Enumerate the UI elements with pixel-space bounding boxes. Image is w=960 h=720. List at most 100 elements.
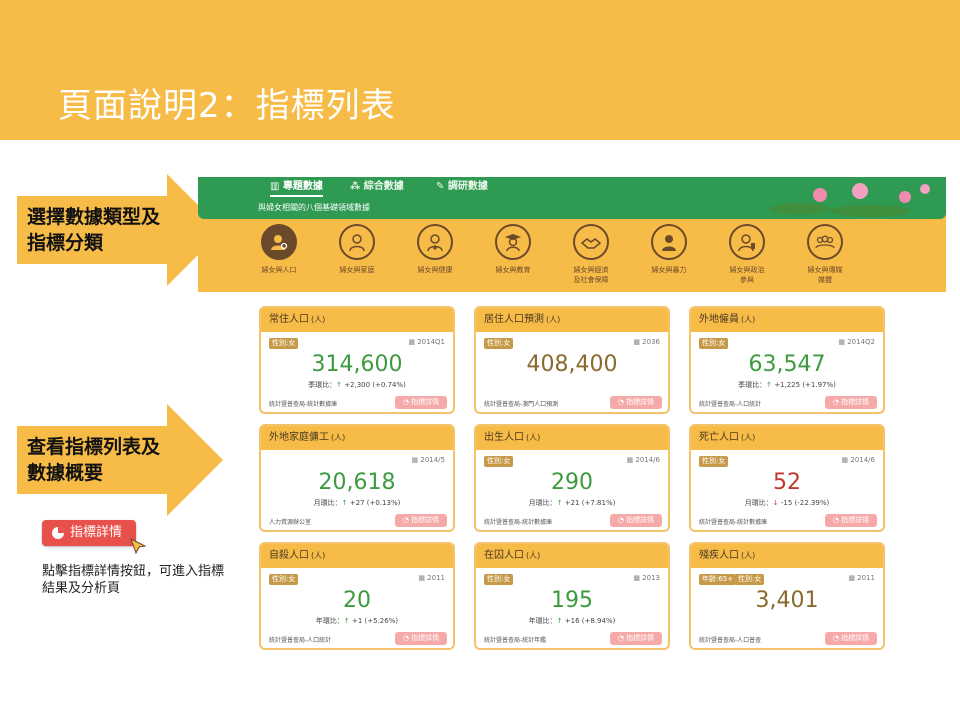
change-value: +1,225 (+1.97%) xyxy=(774,381,836,389)
change-label: 月環比： xyxy=(313,499,342,507)
arrow-up-icon: ↑ xyxy=(766,381,775,389)
indicator-detail-button[interactable]: ◔ 指標詳情 xyxy=(395,514,447,527)
card-title-text: 自殺人口 xyxy=(269,550,309,561)
indicator-detail-button[interactable]: ◔ 指標詳情 xyxy=(825,514,877,527)
card-source: 統計暨普查局-人口普查 xyxy=(699,637,762,644)
card-change: 季環比：↑ +1,225 (+1.97%) xyxy=(691,380,883,390)
sample-detail-button[interactable]: 指標詳情 xyxy=(42,520,136,546)
card-title-text: 殘疾人口 xyxy=(699,550,739,561)
card-title-text: 外地家庭傭工 xyxy=(269,432,329,443)
card-date: 2014/6 xyxy=(627,456,660,464)
card-value: 290 xyxy=(551,470,593,495)
card-unit: (人) xyxy=(741,551,756,560)
card-title-text: 在囚人口 xyxy=(484,550,524,561)
card-title-text: 出生人口 xyxy=(484,432,524,443)
card-unit: (人) xyxy=(546,315,561,324)
card-value: 314,600 xyxy=(311,352,403,377)
category-family[interactable]: 婦女與家庭 xyxy=(318,224,396,275)
indicator-card: 殘疾人口(人) 年齡:65+性別:女 2011 3,401 統計暨普查局-人口普查 ◔ 指… xyxy=(689,542,885,650)
tab-research-data[interactable]: ✎ 調研數據 xyxy=(436,177,488,197)
card-source: 統計暨普查局-人口統計 xyxy=(699,401,762,408)
category-education[interactable]: 婦女與教育 xyxy=(474,224,552,275)
indicator-detail-button[interactable]: ◔ 指標詳情 xyxy=(610,396,662,409)
pie-chart-icon: ◔ xyxy=(402,516,412,524)
card-date: 2014Q2 xyxy=(838,338,875,346)
filter-tag: 性別:女 xyxy=(484,338,514,349)
card-date: 2014/6 xyxy=(842,456,875,464)
detail-button-label: 指標詳情 xyxy=(411,516,440,524)
category-health[interactable]: 婦女與健康 xyxy=(396,224,474,275)
indicator-detail-button[interactable]: ◔ 指標詳情 xyxy=(395,632,447,645)
lotus-decoration-icon xyxy=(770,183,930,217)
category-politics[interactable]: 婦女與政治 參與 xyxy=(708,224,786,285)
card-date: 2014/5 xyxy=(412,456,445,464)
category-media[interactable]: 婦女與傳媒 媒體 xyxy=(786,224,864,285)
category-economy[interactable]: 婦女與經濟 及社會保障 xyxy=(552,224,630,285)
card-unit: (人) xyxy=(741,433,756,442)
indicator-card: 自殺人口(人) 性別:女 2011 20 年環比：↑ +1 (+5.26%) 統計暨普查局… xyxy=(259,542,455,650)
pie-chart-icon: ◔ xyxy=(832,398,842,406)
indicator-detail-button[interactable]: ◔ 指標詳情 xyxy=(825,632,877,645)
card-unit: (人) xyxy=(741,315,756,324)
card-source: 統計暨普查局-統計數據庫 xyxy=(269,401,338,408)
indicator-card: 外地家庭傭工(人) 2014/5 20,618 月環比：↑ +27 (+0.13%) 人… xyxy=(259,424,455,532)
cursor-arrow-icon xyxy=(130,537,147,555)
filter-tag: 性別:女 xyxy=(269,338,299,349)
change-value: +1 (+5.26%) xyxy=(351,617,399,625)
change-label: 季環比： xyxy=(738,381,767,389)
arrow-up-icon: ↑ xyxy=(556,617,565,625)
card-title: 外地僱員 (人) xyxy=(691,308,883,332)
card-unit: (人) xyxy=(311,315,326,324)
change-label: 月環比： xyxy=(528,499,557,507)
filter-tag: 性別:女 xyxy=(735,574,765,585)
person-search-icon xyxy=(271,235,288,250)
card-title: 常住人口 (人) xyxy=(261,308,453,332)
card-change: 年環比：↑ +1 (+5.26%) xyxy=(261,616,453,626)
detail-button-label: 指標詳情 xyxy=(411,398,440,406)
graduate-icon xyxy=(505,234,521,252)
card-value: 408,400 xyxy=(526,352,618,377)
tab-topic-data[interactable]: ▥ 專題數據 xyxy=(270,177,323,197)
tab-combined-data[interactable]: ⁂ 綜合數據 xyxy=(350,177,404,197)
detail-button-label: 指標詳情 xyxy=(626,398,655,406)
detail-button-label: 指標詳情 xyxy=(411,634,440,642)
category-population[interactable]: 婦女與人口 xyxy=(240,224,318,275)
edit-icon: ✎ xyxy=(436,181,448,192)
category-violence[interactable]: 婦女與暴力 xyxy=(630,224,708,275)
card-date: 2011 xyxy=(848,574,875,582)
indicator-card: 死亡人口(人)性別:女2014/652月環比：↓ -15 (-22.39%)統計… xyxy=(689,424,885,532)
detail-button-label: 指標詳情 xyxy=(626,634,655,642)
change-value: +27 (+0.13%) xyxy=(349,499,401,507)
indicator-detail-button[interactable]: ◔ 指標詳情 xyxy=(610,514,662,527)
card-change: 季環比：↑ +2,300 (+0.74%) xyxy=(261,380,453,390)
card-value: 20 xyxy=(343,588,371,613)
speaker-icon xyxy=(738,234,755,252)
change-label: 年環比： xyxy=(528,617,557,625)
card-date: 2013 xyxy=(633,574,660,582)
card-title-text: 常住人口 xyxy=(269,314,309,325)
indicator-card: 外地僱員(人) 性別:女 2014Q2 63,547 季環比：↑ +1,225 (+1.… xyxy=(689,306,885,414)
card-source: 統計暨普查局-統計數據庫 xyxy=(484,519,553,526)
pie-chart-icon: ◔ xyxy=(617,634,627,642)
change-value: -15 (-22.39%) xyxy=(780,499,830,507)
pie-chart-icon: ◔ xyxy=(832,516,842,524)
arrow-down-icon: ↓ xyxy=(772,499,781,507)
indicator-detail-button[interactable]: ◔ 指標詳情 xyxy=(825,396,877,409)
card-title-text: 死亡人口 xyxy=(699,432,739,443)
indicator-detail-button[interactable]: ◔ 指標詳情 xyxy=(610,632,662,645)
change-label: 季環比： xyxy=(308,381,337,389)
card-change: 月環比：↑ +21 (+7.81%) xyxy=(476,498,668,508)
card-title: 出生人口 (人) xyxy=(476,426,668,450)
filter-tag: 性別:女 xyxy=(269,574,299,585)
indicator-card: 出生人口(人) 性別:女 2014/6 290 月環比：↑ +21 (+7.81%) 統計… xyxy=(474,424,670,532)
slide-title: 頁面說明2：指標列表 xyxy=(58,86,396,126)
arrow-text-list: 查看指標列表及 數據概要 xyxy=(27,436,161,484)
card-title: 死亡人口 (人) xyxy=(691,426,883,450)
change-value: +21 (+7.81%) xyxy=(564,499,616,507)
indicator-detail-button[interactable]: ◔ 指標詳情 xyxy=(395,396,447,409)
card-date: 2011 xyxy=(418,574,445,582)
card-value: 3,401 xyxy=(755,588,819,613)
arrow-up-icon: ↑ xyxy=(336,381,345,389)
card-value: 63,547 xyxy=(748,352,826,377)
indicator-card: 居住人口預測(人) 性別:女 2036 408,400 統計暨普查局-澳門人口預測 ◔ 指… xyxy=(474,306,670,414)
